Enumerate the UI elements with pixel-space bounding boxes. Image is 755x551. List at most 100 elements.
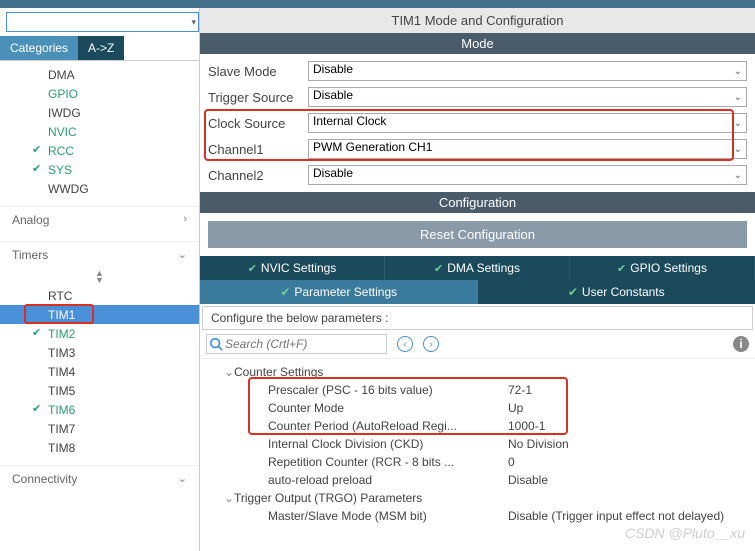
tree-item[interactable]: TIM3	[0, 343, 199, 362]
tree-item-label: TIM5	[48, 384, 75, 398]
settings-tab[interactable]: ✔ DMA Settings	[385, 256, 570, 280]
param-row[interactable]: Master/Slave Mode (MSM bit)Disable (Trig…	[208, 507, 747, 525]
param-row[interactable]: Counter Period (AutoReload Regi...1000-1	[208, 417, 747, 435]
settings-tab[interactable]: ✔GPIO Settings	[570, 256, 755, 280]
mode-select[interactable]: Disable⌄	[308, 165, 747, 185]
tree-item[interactable]: TIM5	[0, 381, 199, 400]
tree-item[interactable]: DMA	[0, 65, 199, 84]
param-group-counter[interactable]: ⌄Counter Settings	[208, 363, 747, 381]
settings-tab[interactable]: ✔NVIC Settings	[200, 256, 385, 280]
info-icon[interactable]: i	[733, 336, 749, 352]
next-arrow-icon[interactable]: ›	[423, 336, 439, 352]
chevron-down-icon: ⌄	[734, 144, 742, 155]
param-row[interactable]: auto-reload preloadDisable	[208, 471, 747, 489]
mode-value: PWM Generation CH1	[313, 140, 432, 154]
section-label: Timers	[12, 248, 48, 262]
param-val: Disable (Trigger input effect not delaye…	[508, 509, 724, 523]
mode-value: Internal Clock	[313, 114, 386, 128]
param-val: Up	[508, 401, 523, 415]
tab-categories[interactable]: Categories	[0, 36, 78, 60]
tree-item[interactable]: TIM4	[0, 362, 199, 381]
mode-label: Slave Mode	[208, 64, 300, 79]
chevron-down-icon: ⌄	[734, 170, 742, 181]
param-key: Internal Clock Division (CKD)	[268, 437, 508, 451]
search-input[interactable]	[6, 12, 199, 32]
config-header: Configuration	[200, 192, 755, 213]
param-key: Counter Period (AutoReload Regi...	[268, 419, 508, 433]
section-label: Analog	[12, 213, 49, 227]
chevron-down-icon[interactable]: ▾	[191, 17, 196, 28]
mode-value: Disable	[313, 62, 353, 76]
right-panel: TIM1 Mode and Configuration Mode Slave M…	[200, 8, 755, 551]
chevron-down-icon: ⌄	[734, 66, 742, 77]
tree-item[interactable]: ✔TIM6	[0, 400, 199, 419]
tree-item[interactable]: ✔RCC	[0, 141, 199, 160]
mode-select[interactable]: Disable⌄	[308, 87, 747, 107]
tree-item-label: DMA	[48, 68, 75, 82]
tree-item[interactable]: TIM7	[0, 419, 199, 438]
tree-item-label: TIM7	[48, 422, 75, 436]
section-timers[interactable]: Timers ⌄	[0, 241, 199, 268]
param-key: Prescaler (PSC - 16 bits value)	[268, 383, 508, 397]
tree-item-label: TIM1	[48, 308, 75, 322]
tree-item[interactable]: WWDG	[0, 179, 199, 198]
mode-select[interactable]: PWM Generation CH1 ⌄	[308, 139, 747, 159]
tree-item-label: WWDG	[48, 182, 89, 196]
param-group-trgo[interactable]: ⌄Trigger Output (TRGO) Parameters	[208, 489, 747, 507]
tree-item[interactable]: NVIC	[0, 122, 199, 141]
search-icon	[209, 337, 223, 351]
check-icon: ✔	[434, 262, 443, 275]
mode-row: Slave Mode Disable ⌄	[208, 58, 747, 84]
settings-tab-label: GPIO Settings	[630, 261, 707, 275]
mode-value: Disable	[313, 88, 353, 102]
settings-tab-label: DMA Settings	[447, 261, 520, 275]
subtab-label: User Constants	[582, 285, 665, 299]
tree-item-label: TIM6	[48, 403, 75, 417]
tab-az[interactable]: A->Z	[78, 36, 124, 60]
tree-item[interactable]: RTC	[0, 286, 199, 305]
mode-select[interactable]: Internal Clock⌄	[308, 113, 747, 133]
mode-label: Channel2	[208, 168, 300, 183]
check-icon: ✔	[32, 162, 41, 175]
param-val: 72-1	[508, 383, 532, 397]
subtab[interactable]: ✔ User Constants	[478, 280, 755, 304]
settings-subtabs: ✔Parameter Settings ✔ User Constants	[200, 280, 755, 304]
param-row[interactable]: Prescaler (PSC - 16 bits value)72-1	[208, 381, 747, 399]
check-icon: ✔	[568, 285, 578, 299]
settings-tab-label: NVIC Settings	[261, 261, 336, 275]
mode-select[interactable]: Disable ⌄	[308, 61, 747, 81]
tree-item-label: NVIC	[48, 125, 77, 139]
param-row[interactable]: Counter ModeUp	[208, 399, 747, 417]
search-wrap: ▾	[6, 12, 199, 32]
mode-label: Channel1	[208, 142, 300, 157]
param-search-input[interactable]	[206, 334, 387, 354]
param-key: Counter Mode	[268, 401, 508, 415]
reset-config-button[interactable]: Reset Configuration	[208, 221, 747, 248]
tree-item[interactable]: ✔TIM2	[0, 324, 199, 343]
tree-item[interactable]: TIM1	[0, 305, 199, 324]
sidebar-tabs: Categories A->Z	[0, 36, 199, 61]
param-row[interactable]: Repetition Counter (RCR - 8 bits ...0	[208, 453, 747, 471]
tree-item-label: TIM3	[48, 346, 75, 360]
param-row[interactable]: Internal Clock Division (CKD)No Division	[208, 435, 747, 453]
check-icon: ✔	[32, 326, 41, 339]
config-hint: Configure the below parameters :	[202, 306, 753, 330]
section-analog[interactable]: Analog ›	[0, 206, 199, 233]
check-icon: ✔	[32, 143, 41, 156]
param-val: No Division	[508, 437, 569, 451]
tree-item[interactable]: TIM8	[0, 438, 199, 457]
subtab[interactable]: ✔Parameter Settings	[200, 280, 478, 304]
mode-table: Slave ModeDisable⌄Trigger SourceDisable⌄…	[200, 54, 755, 192]
tree-item-label: RTC	[48, 289, 72, 303]
tree-item[interactable]: IWDG	[0, 103, 199, 122]
prev-arrow-icon[interactable]: ‹	[397, 336, 413, 352]
tree-item-label: TIM8	[48, 441, 75, 455]
tree-item[interactable]: GPIO	[0, 84, 199, 103]
section-connectivity[interactable]: Connectivity ⌄	[0, 465, 199, 492]
param-val: Disable	[508, 473, 548, 487]
param-val: 1000-1	[508, 419, 545, 433]
param-search-wrap	[206, 334, 387, 354]
sort-arrows[interactable]: ▲▼	[0, 268, 199, 286]
param-tree: ⌄Counter Settings Prescaler (PSC - 16 bi…	[200, 359, 755, 551]
tree-item[interactable]: ✔SYS	[0, 160, 199, 179]
